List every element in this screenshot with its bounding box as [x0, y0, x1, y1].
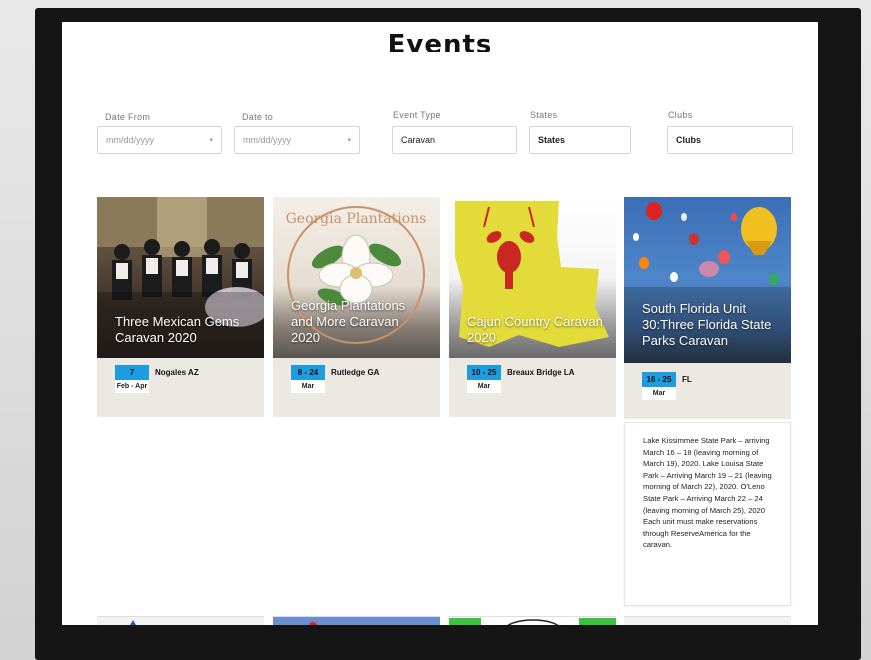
event-thumbnail [449, 618, 616, 625]
event-date: 7 Feb - Apr [115, 365, 149, 393]
states-label: States [530, 110, 558, 120]
event-days: 8 - 24 [291, 365, 325, 380]
event-month: Mar [642, 387, 676, 400]
clubs-select[interactable]: Clubs [667, 126, 793, 154]
states-value: States [538, 135, 566, 145]
date-to-label: Date to [242, 112, 274, 122]
date-to-input[interactable]: mm/dd/yyyy ▾ [234, 126, 360, 154]
event-card[interactable]: Cajun Country Caravan 2020 10 - 25 Mar B… [449, 197, 616, 417]
page-title: Events [387, 32, 493, 52]
event-location: Breaux Bridge LA [507, 368, 575, 377]
event-image: South Florida Unit 30:Three Florida Stat… [624, 197, 791, 363]
chevron-down-icon: ▾ [347, 137, 351, 144]
event-days: 10 - 25 [467, 365, 501, 380]
clubs-value: Clubs [676, 135, 702, 145]
date-from-value: mm/dd/yyyy [106, 135, 155, 145]
event-card-partial[interactable] [97, 616, 264, 625]
event-month: Mar [467, 380, 501, 393]
event-date: 10 - 25 Mar [467, 365, 501, 393]
event-card-partial[interactable] [449, 616, 616, 625]
states-select[interactable]: States [529, 126, 631, 154]
event-title: South Florida Unit 30:Three Florida Stat… [642, 301, 772, 348]
event-days: 7 [115, 365, 149, 380]
event-month: Mar [291, 380, 325, 393]
logo-text: Georgia Plantations [286, 211, 427, 227]
event-card[interactable]: Three Mexican Gems Caravan 2020 7 Feb - … [97, 197, 264, 417]
browser-page: Events Date From mm/dd/yyyy ▾ Date to mm… [62, 22, 818, 625]
event-type-value: Caravan [401, 135, 436, 145]
event-card[interactable]: South Florida Unit 30:Three Florida Stat… [624, 197, 791, 419]
event-location: FL [682, 375, 692, 384]
event-date: 8 - 24 Mar [291, 365, 325, 393]
date-from-input[interactable]: mm/dd/yyyy ▾ [97, 126, 222, 154]
event-date: 16 - 25 Mar [642, 372, 676, 400]
clubs-label: Clubs [668, 110, 693, 120]
event-type-select[interactable]: Caravan [392, 126, 517, 154]
event-title: Cajun Country Caravan 2020 [467, 314, 603, 345]
event-title: Georgia Plantations and More Caravan 202… [291, 298, 406, 345]
event-card-partial[interactable] [624, 616, 791, 625]
event-title: Three Mexican Gems Caravan 2020 [115, 314, 240, 345]
event-days: 16 - 25 [642, 372, 676, 387]
event-thumbnail [130, 620, 136, 625]
event-image: Cajun Country Caravan 2020 [449, 197, 616, 358]
event-type-label: Event Type [393, 110, 441, 120]
event-location: Rutledge GA [331, 368, 380, 377]
event-description: Lake Kissimmee State Park – arriving Mar… [624, 422, 791, 606]
event-location: Nogales AZ [155, 368, 199, 377]
event-card-partial[interactable] [273, 616, 440, 625]
event-thumbnail [309, 622, 317, 625]
date-from-label: Date From [105, 112, 151, 122]
event-image: Three Mexican Gems Caravan 2020 [97, 197, 264, 358]
event-card[interactable]: Georgia Plantations Georgia Plantations … [273, 197, 440, 417]
date-to-value: mm/dd/yyyy [243, 135, 292, 145]
event-image: Georgia Plantations Georgia Plantations … [273, 197, 440, 358]
chevron-down-icon: ▾ [209, 137, 213, 144]
event-month: Feb - Apr [115, 380, 149, 393]
